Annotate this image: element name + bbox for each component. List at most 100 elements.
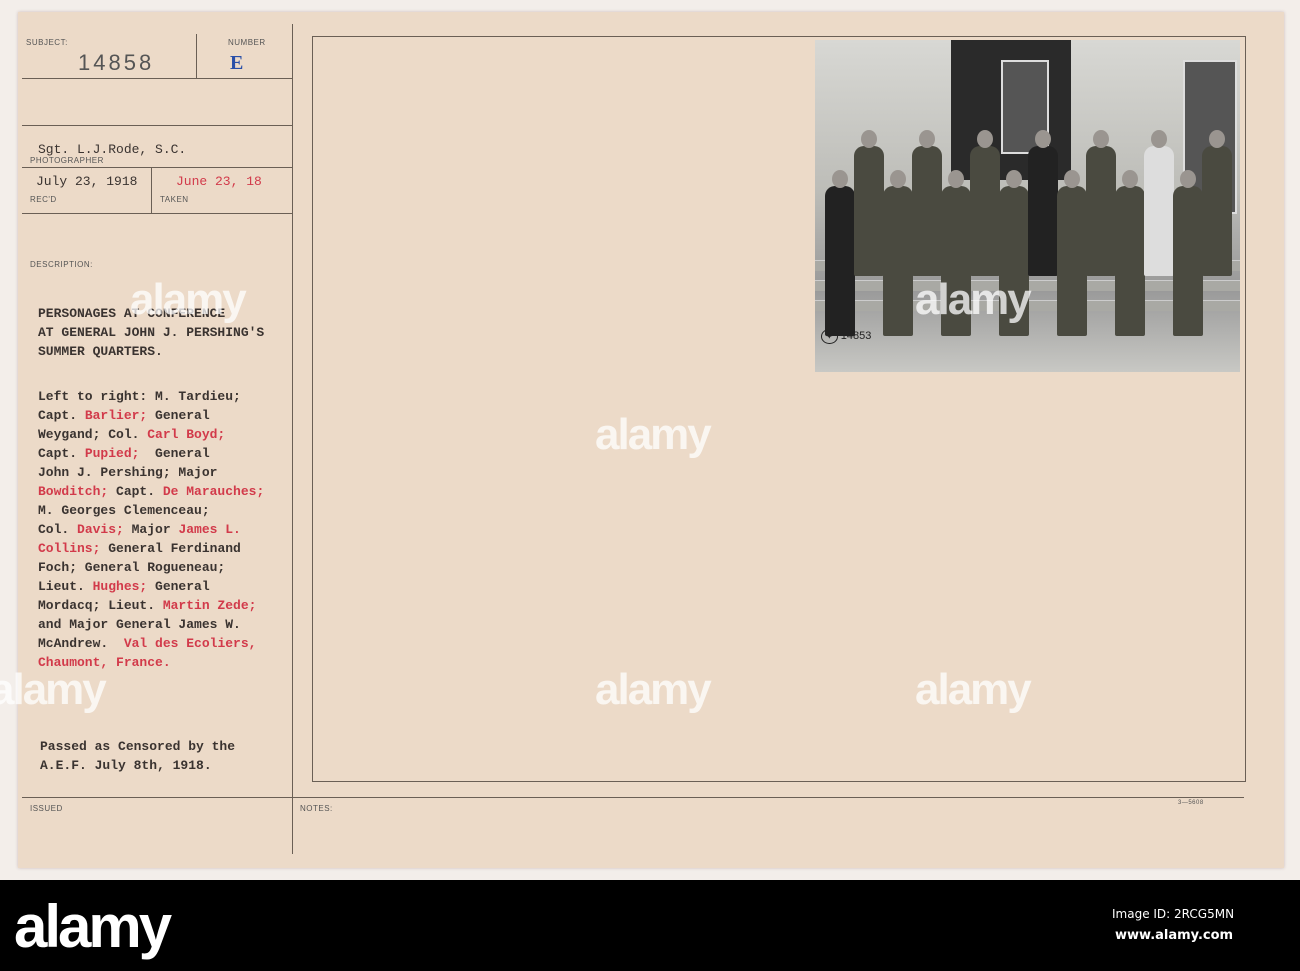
- person-head: [890, 170, 906, 188]
- censor-note: Passed as Censored by the A.E.F. July 8th…: [40, 739, 235, 777]
- footer-band: alamy: [0, 880, 1300, 971]
- red-ink-text: James L.: [178, 522, 241, 537]
- person: [883, 186, 913, 336]
- black-ink-text: and Major General James W.: [38, 617, 241, 632]
- watermark: alamy: [595, 665, 712, 714]
- divider: [22, 125, 292, 126]
- line-text: A.E.F. July 8th, 1918.: [40, 758, 212, 773]
- person: [1173, 186, 1203, 336]
- signal-corps-stamp: ✦ 14853: [821, 329, 871, 344]
- image-id: Image ID: 2RCG5MN: [1112, 907, 1235, 921]
- black-ink-text: Foch; General Rogueneau;: [38, 560, 226, 575]
- black-ink-text: Weygand; Col.: [38, 427, 148, 442]
- black-ink-text: Left to right: M. Tardieu;: [38, 389, 241, 404]
- description-line: McAndrew. Val des Ecoliers,: [38, 636, 264, 655]
- text-line: SUMMER QUARTERS.: [38, 344, 264, 363]
- person-head: [1209, 130, 1225, 148]
- red-ink-text: Hughes;: [92, 579, 148, 594]
- text-line: AT GENERAL JOHN J. PERSHING'S: [38, 325, 264, 344]
- red-ink-text: Bowditch;: [38, 484, 109, 499]
- person-head: [1093, 130, 1109, 148]
- divider: [292, 24, 293, 854]
- red-ink-text: Barlier;: [84, 408, 148, 423]
- red-ink-text: Collins;: [38, 541, 101, 556]
- watermark: alamy: [915, 665, 1032, 714]
- person-head: [1035, 130, 1051, 148]
- black-ink-text: Capt.: [38, 408, 85, 423]
- person: [1057, 186, 1087, 336]
- description-line: Weygand; Col. Carl Boyd;: [38, 427, 264, 446]
- black-ink-text: General: [147, 408, 210, 423]
- person-head: [1064, 170, 1080, 188]
- person-head: [832, 170, 848, 188]
- watermark: alamy: [595, 410, 712, 459]
- text-line: Passed as Censored by the: [40, 739, 235, 758]
- form-number: 3—5608: [1178, 800, 1204, 806]
- black-ink-text: Capt.: [108, 484, 163, 499]
- divider: [22, 797, 1244, 798]
- person-head: [1151, 130, 1167, 148]
- description-line: Capt. Pupied; General: [38, 446, 264, 465]
- photographer-label: PHOTOGRAPHER: [30, 156, 104, 165]
- issued-label: ISSUED: [30, 804, 63, 813]
- subject-value: 14858: [78, 50, 155, 75]
- person-head: [1006, 170, 1022, 188]
- black-ink-text: Col.: [38, 522, 78, 537]
- red-ink-text: Davis;: [77, 522, 124, 537]
- description-label: DESCRIPTION:: [30, 260, 93, 269]
- person-head: [1122, 170, 1138, 188]
- black-ink-text: Capt.: [38, 446, 85, 461]
- text-line: A.E.F. July 8th, 1918.: [40, 758, 235, 777]
- description-line: M. Georges Clemenceau;: [38, 503, 264, 522]
- photographer-value: Sgt. L.J.Rode, S.C.: [38, 142, 187, 157]
- notes-label: NOTES:: [300, 804, 333, 813]
- watermark: alamy: [0, 665, 107, 714]
- description-line: Bowditch; Capt. De Marauches;: [38, 484, 264, 503]
- description-line: and Major General James W.: [38, 617, 264, 636]
- black-ink-text: McAndrew.: [38, 636, 124, 651]
- divider: [151, 167, 152, 213]
- description-line: Lieut. Hughes; General: [38, 579, 264, 598]
- person-head: [977, 130, 993, 148]
- person-head: [948, 170, 964, 188]
- black-ink-text: Mordacq; Lieut.: [38, 598, 163, 613]
- description-line: John J. Pershing; Major: [38, 465, 264, 484]
- red-ink-text: Carl Boyd;: [147, 427, 226, 442]
- line-text: AT GENERAL JOHN J. PERSHING'S: [38, 325, 265, 340]
- description-line: Col. Davis; Major James L.: [38, 522, 264, 541]
- description-line: Capt. Barlier; General: [38, 408, 264, 427]
- description-line: Foch; General Rogueneau;: [38, 560, 264, 579]
- black-ink-text: General: [147, 579, 210, 594]
- person: [1115, 186, 1145, 336]
- site-url[interactable]: www.alamy.com: [1115, 928, 1233, 943]
- line-text: Passed as Censored by the: [40, 739, 236, 754]
- description-line: Left to right: M. Tardieu;: [38, 389, 264, 408]
- divider: [22, 213, 292, 214]
- person: [1144, 146, 1174, 276]
- received-label: REC'D: [30, 195, 57, 204]
- person: [1086, 146, 1116, 276]
- person: [912, 146, 942, 276]
- number-label: NUMBER: [228, 38, 266, 47]
- black-ink-text: M. Georges Clemenceau;: [38, 503, 210, 518]
- alamy-logo: alamy: [14, 893, 172, 960]
- divider: [196, 34, 197, 78]
- number-value: E: [230, 52, 244, 74]
- watermark: alamy: [130, 275, 247, 324]
- black-ink-text: John J. Pershing; Major: [38, 465, 218, 480]
- divider: [22, 78, 292, 79]
- person: [825, 186, 855, 336]
- person-head: [861, 130, 877, 148]
- red-ink-text: Martin Zede;: [162, 598, 257, 613]
- person-head: [1180, 170, 1196, 188]
- red-ink-text: Val des Ecoliers,: [123, 636, 257, 651]
- red-ink-text: Pupied;: [84, 446, 140, 461]
- black-ink-text: General: [139, 446, 210, 461]
- red-ink-text: De Marauches;: [162, 484, 265, 499]
- person: [1028, 146, 1058, 276]
- received-date: July 23, 1918: [36, 174, 138, 189]
- black-ink-text: Major: [123, 522, 179, 537]
- watermark: alamy: [915, 275, 1032, 324]
- black-ink-text: General Ferdinand: [100, 541, 241, 556]
- description-line: Mordacq; Lieut. Martin Zede;: [38, 598, 264, 617]
